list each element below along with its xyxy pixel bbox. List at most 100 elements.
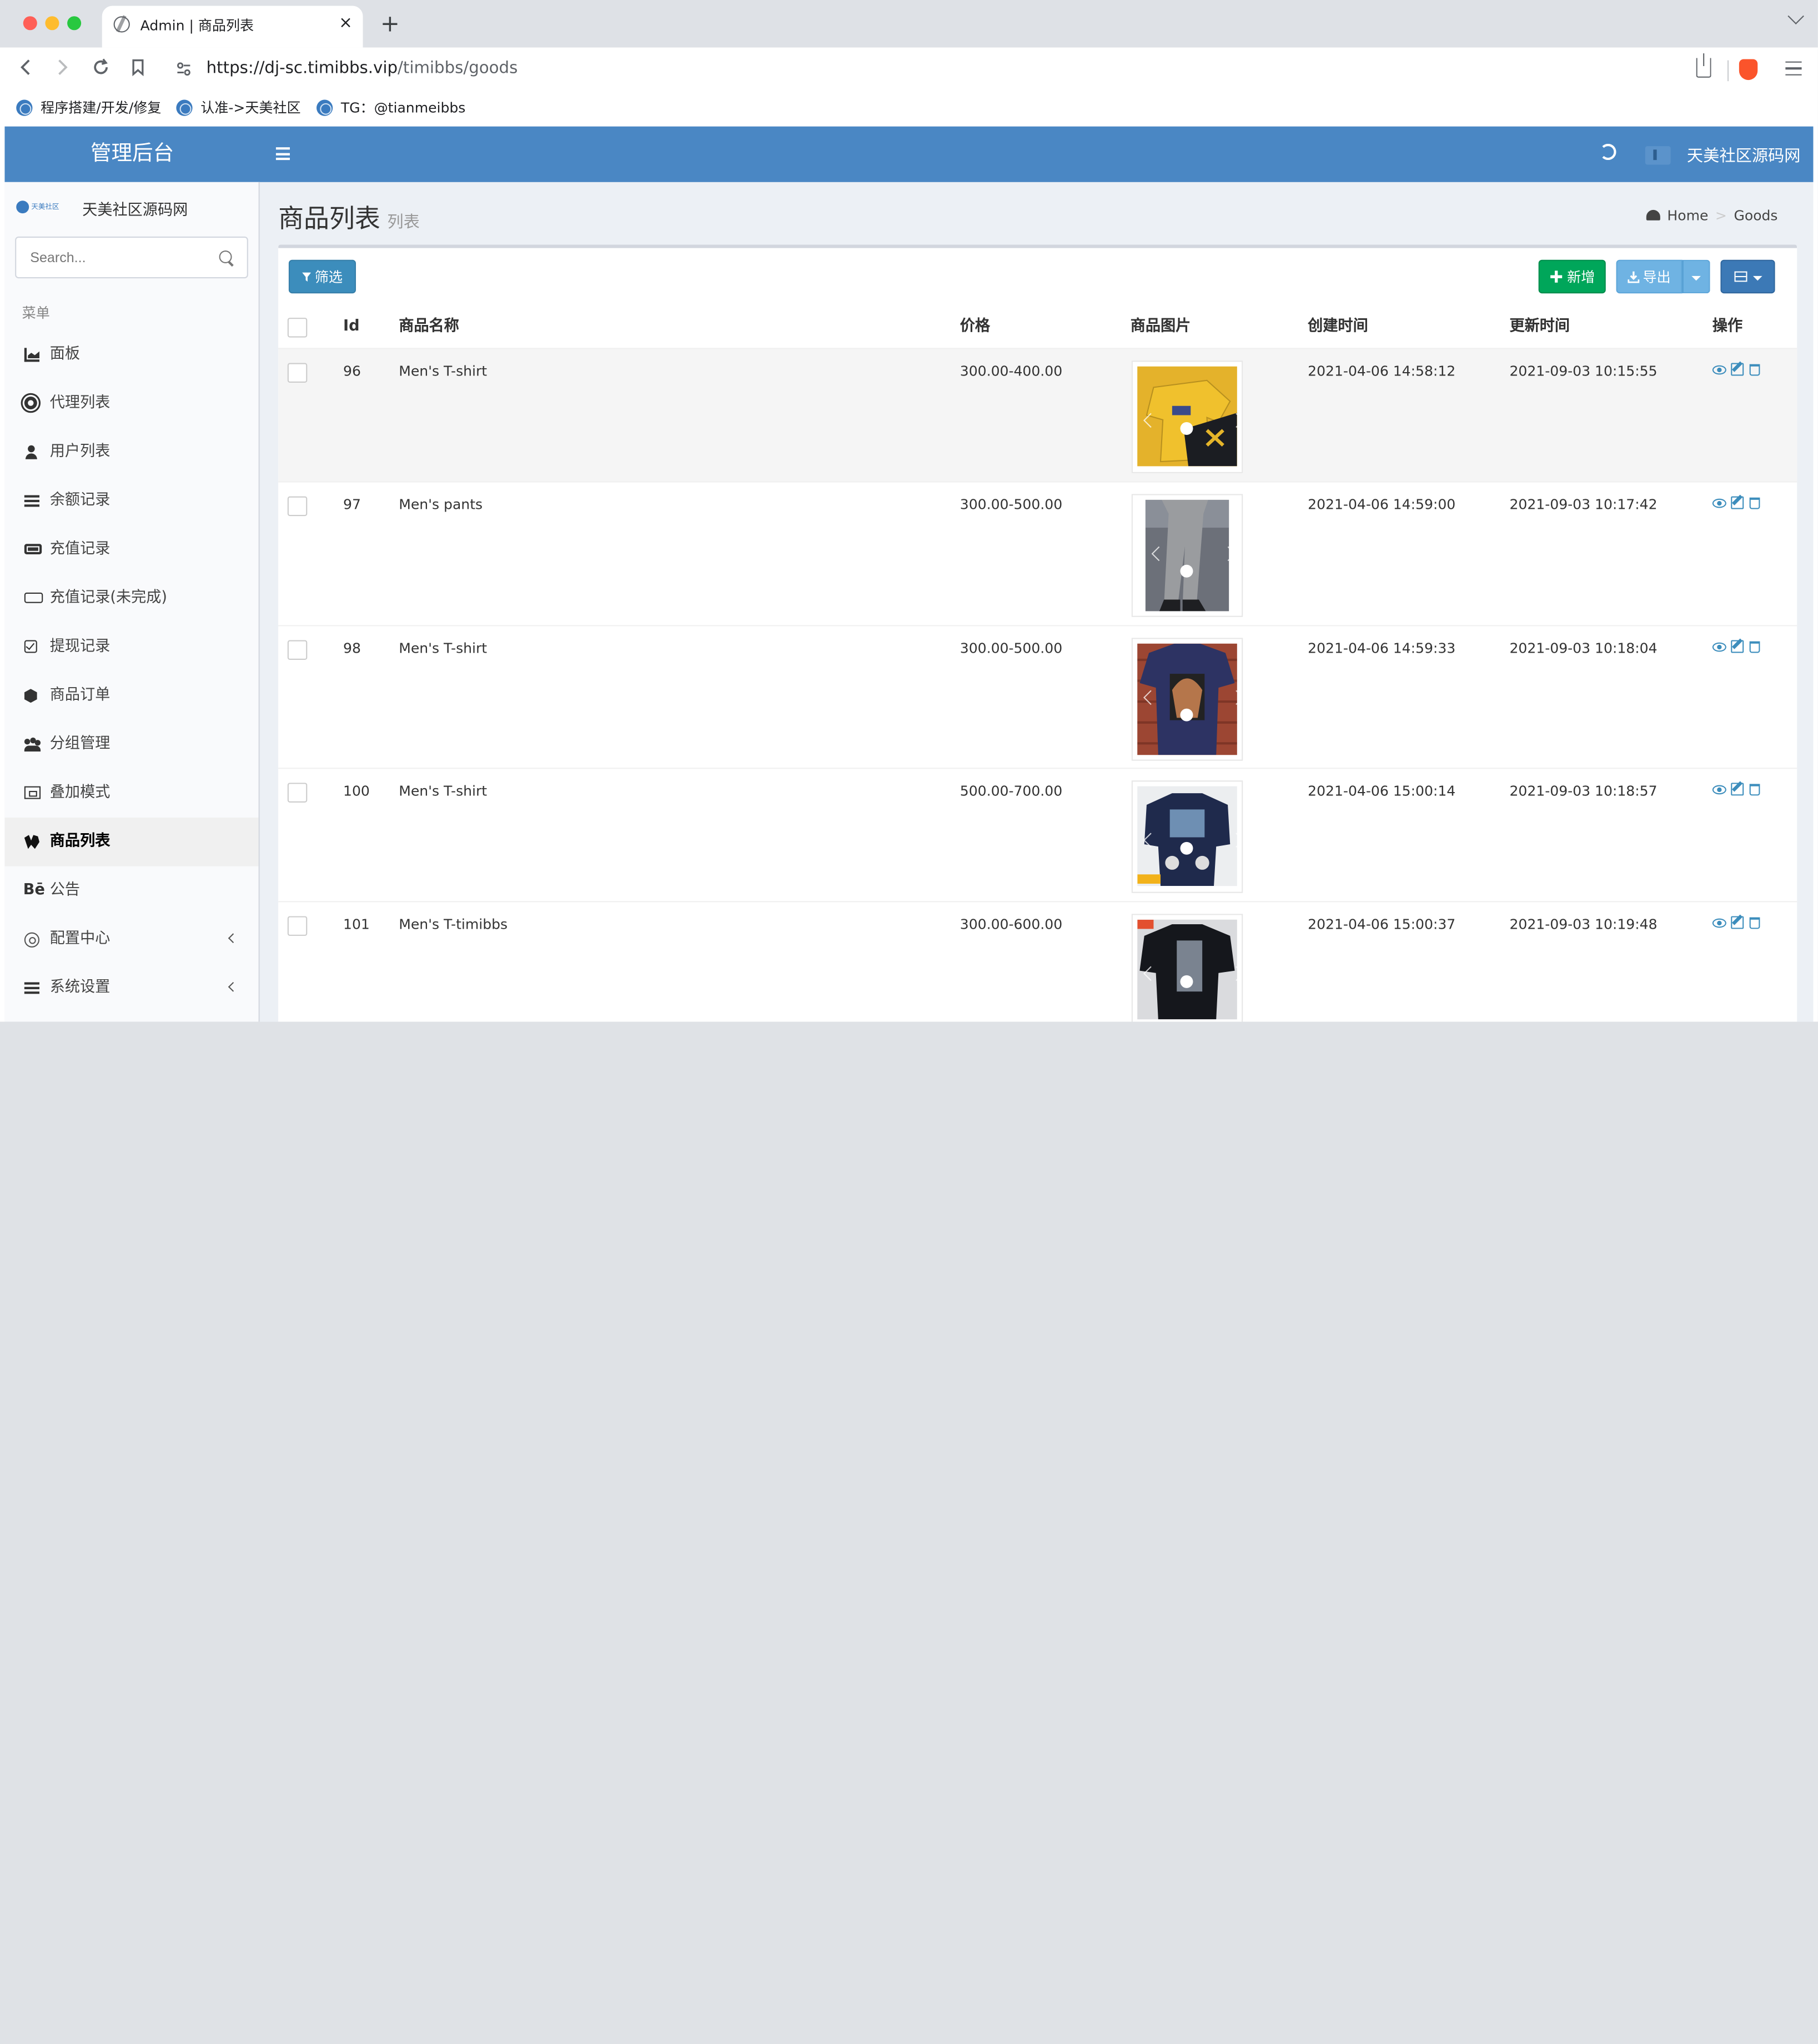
area-chart-icon bbox=[24, 348, 39, 362]
carousel-indicator[interactable] bbox=[1180, 422, 1193, 435]
bookmark-item[interactable]: 认准->天美社区 bbox=[176, 97, 301, 117]
sidebar-item-agents[interactable]: 代理列表 bbox=[4, 379, 258, 428]
edit-icon[interactable] bbox=[1731, 496, 1744, 509]
bookmark-icon[interactable] bbox=[131, 58, 145, 77]
app-logo[interactable]: 管理后台 bbox=[4, 127, 259, 182]
row-actions bbox=[1712, 363, 1760, 378]
minimize-window-button[interactable] bbox=[45, 16, 59, 31]
sidebar-item-dashboard[interactable]: 面板 bbox=[4, 330, 258, 379]
product-image[interactable] bbox=[1131, 360, 1243, 473]
forward-icon[interactable] bbox=[56, 58, 69, 76]
filter-button[interactable]: 筛选 bbox=[288, 259, 356, 294]
sidebar-toggle-icon[interactable] bbox=[275, 147, 290, 161]
eye-icon[interactable] bbox=[1712, 918, 1726, 928]
site-settings-icon[interactable] bbox=[176, 62, 191, 77]
add-button[interactable]: ✚ 新增 bbox=[1538, 259, 1606, 294]
edit-icon[interactable] bbox=[1731, 363, 1744, 376]
select-all-checkbox[interactable] bbox=[287, 318, 308, 338]
sidebar-item-balance[interactable]: 余额记录 bbox=[4, 477, 258, 525]
column-header-created[interactable]: 创建时间 bbox=[1308, 306, 1368, 347]
carousel-indicator[interactable] bbox=[1180, 975, 1193, 988]
header-user-name[interactable]: 天美社区源码网 bbox=[1687, 144, 1801, 167]
edit-icon[interactable] bbox=[1731, 783, 1744, 796]
reload-icon[interactable] bbox=[92, 58, 110, 76]
sidebar-item-recharge-pending[interactable]: 充值记录(未完成) bbox=[4, 574, 258, 623]
back-icon[interactable] bbox=[18, 58, 32, 76]
row-checkbox[interactable] bbox=[287, 363, 308, 383]
bookmark-item[interactable]: TG：@tianmeibbs bbox=[316, 97, 465, 117]
cell-name: Men's T-shirt bbox=[399, 783, 488, 799]
product-image[interactable] bbox=[1131, 780, 1243, 893]
column-header-price[interactable]: 价格 bbox=[960, 306, 990, 347]
export-button[interactable]: 导出 bbox=[1616, 259, 1683, 294]
trash-icon[interactable] bbox=[1749, 917, 1760, 929]
sidebar-item-system[interactable]: 系统设置 bbox=[4, 964, 258, 1013]
sidebar-item-recharge[interactable]: 充值记录 bbox=[4, 525, 258, 574]
browser-menu-icon[interactable] bbox=[1785, 61, 1802, 76]
eye-icon[interactable] bbox=[1712, 365, 1726, 375]
sidebar-item-goods[interactable]: 商品列表 bbox=[4, 817, 259, 866]
carousel-indicator[interactable] bbox=[1180, 564, 1193, 578]
sidebar-item-config[interactable]: 配置中心 bbox=[4, 915, 258, 964]
row-checkbox[interactable] bbox=[287, 916, 308, 936]
columns-button[interactable] bbox=[1720, 259, 1775, 294]
close-tab-icon[interactable]: × bbox=[339, 14, 353, 32]
row-checkbox[interactable] bbox=[287, 496, 308, 517]
cell-name: Men's T-shirt bbox=[399, 363, 488, 379]
cell-id: 96 bbox=[343, 363, 361, 379]
new-tab-button[interactable]: + bbox=[380, 9, 400, 37]
browser-tab[interactable]: Admin | 商品列表 × bbox=[102, 6, 363, 48]
brave-shields-icon[interactable] bbox=[1739, 59, 1758, 81]
sidebar-item-users[interactable]: 用户列表 bbox=[4, 428, 258, 477]
row-checkbox[interactable] bbox=[287, 640, 308, 660]
carousel-indicator[interactable] bbox=[1180, 841, 1193, 855]
admin-app: 管理后台 天美社区源码网 天美社区 天美社区源码网 菜单 面板 代理列表 用户列… bbox=[4, 126, 1814, 1022]
trash-icon[interactable] bbox=[1749, 364, 1760, 376]
sidebar-item-orders[interactable]: 商品订单 bbox=[4, 672, 258, 720]
edit-icon[interactable] bbox=[1731, 916, 1744, 929]
bookmark-item[interactable]: 程序搭建/开发/修复 bbox=[16, 97, 161, 117]
avatar[interactable] bbox=[1645, 146, 1671, 165]
trash-icon[interactable] bbox=[1749, 784, 1760, 796]
cell-updated: 2021-09-03 10:18:57 bbox=[1509, 783, 1658, 799]
column-header-id[interactable]: Id bbox=[343, 306, 360, 347]
search-input[interactable] bbox=[16, 238, 214, 278]
cell-created: 2021-04-06 15:00:37 bbox=[1308, 916, 1456, 933]
edit-icon[interactable] bbox=[1731, 640, 1744, 653]
zoom-window-button[interactable] bbox=[67, 16, 82, 31]
cell-name: Men's T-timibbs bbox=[399, 916, 508, 933]
export-dropdown-button[interactable] bbox=[1682, 259, 1710, 294]
user-icon bbox=[24, 445, 39, 459]
product-image[interactable] bbox=[1131, 638, 1243, 761]
cell-id: 100 bbox=[343, 783, 370, 799]
sidebar-item-notice[interactable]: Bē 公告 bbox=[4, 866, 258, 915]
user-panel: 天美社区 天美社区源码网 bbox=[16, 198, 248, 222]
table-row: 97 Men's pants 300.00-500.00 2021-04-06 … bbox=[278, 481, 1797, 625]
column-header-updated[interactable]: 更新时间 bbox=[1509, 306, 1570, 347]
row-checkbox[interactable] bbox=[287, 783, 308, 803]
carousel-indicator[interactable] bbox=[1180, 708, 1193, 722]
product-image[interactable] bbox=[1131, 494, 1243, 617]
sidebar-item-groups[interactable]: 分组管理 bbox=[4, 720, 258, 769]
column-header-image[interactable]: 商品图片 bbox=[1131, 306, 1191, 347]
breadcrumb-home[interactable]: Home bbox=[1667, 208, 1708, 224]
tab-search-chevron-icon[interactable] bbox=[1787, 8, 1804, 24]
cell-updated: 2021-09-03 10:18:04 bbox=[1509, 640, 1658, 657]
search-icon[interactable] bbox=[219, 250, 232, 263]
eye-icon[interactable] bbox=[1712, 642, 1726, 652]
column-header-name[interactable]: 商品名称 bbox=[399, 306, 459, 347]
trash-icon[interactable] bbox=[1749, 641, 1760, 653]
refresh-icon[interactable] bbox=[1600, 143, 1616, 161]
close-window-button[interactable] bbox=[23, 16, 37, 31]
sidebar-item-stack-mode[interactable]: 叠加模式 bbox=[4, 769, 258, 818]
trash-icon[interactable] bbox=[1749, 497, 1760, 509]
wpbeginner-icon bbox=[24, 835, 39, 849]
sidebar-item-withdraw[interactable]: 提现记录 bbox=[4, 623, 258, 672]
product-image[interactable] bbox=[1131, 914, 1243, 1022]
goods-box: 筛选 ✚ 新增 导出 Id 商品名称 价格 商品图片 创建时间 更新时间 操作 bbox=[278, 244, 1797, 1022]
share-icon[interactable] bbox=[1696, 53, 1711, 78]
address-bar[interactable]: https://dj-sc.timibbs.vip/timibbs/goods bbox=[207, 59, 518, 77]
cell-price: 300.00-500.00 bbox=[960, 640, 1063, 657]
eye-icon[interactable] bbox=[1712, 498, 1726, 508]
eye-icon[interactable] bbox=[1712, 785, 1726, 795]
